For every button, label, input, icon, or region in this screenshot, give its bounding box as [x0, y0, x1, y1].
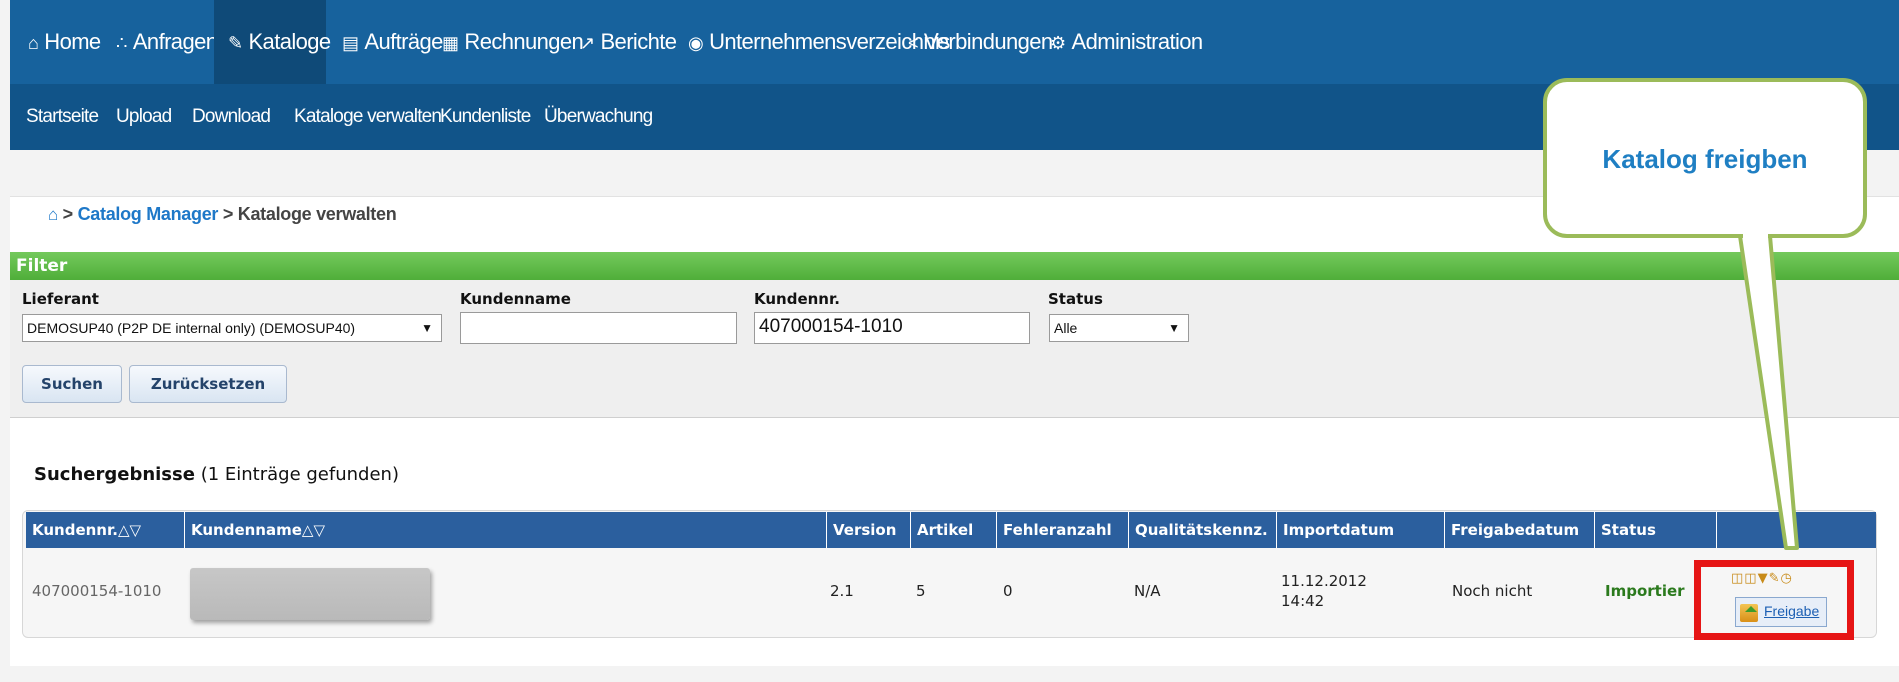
column-header-kundenname[interactable]: Kundenname△▽ — [184, 512, 826, 548]
search-button[interactable]: Suchen — [22, 365, 122, 403]
nav-anfragen[interactable]: ∴ Anfragen — [116, 0, 218, 84]
action-icons: ◫◫▼✎◷ — [1731, 571, 1793, 586]
cell-import-date: 11.12.2012 — [1281, 572, 1367, 590]
status-select-value: Alle — [1054, 320, 1078, 336]
filter-header: Filter — [10, 252, 1899, 280]
kundennr-input[interactable]: 407000154-1010 — [754, 312, 1030, 344]
results-title: Suchergebnisse (1 Einträge gefunden) — [34, 464, 399, 485]
nav-rechnungen[interactable]: ▦ Rechnungen — [442, 0, 584, 84]
cell-import-time: 14:42 — [1281, 592, 1325, 610]
history-icon[interactable]: ◷ — [1781, 571, 1793, 586]
home-icon[interactable]: ⌂ — [48, 205, 58, 224]
column-header-fehleranzahl: Fehleranzahl — [996, 512, 1128, 548]
subnav-upload[interactable]: Upload — [116, 84, 172, 150]
kundenname-label: Kundenname — [460, 290, 571, 308]
main-navigation: ⌂ Home ∴ Anfragen ✎ Kataloge ▤ Aufträge ▦ Rec… — [10, 0, 1899, 84]
results-count: (1 Einträge gefunden) — [200, 464, 399, 485]
share-icon: < — [908, 33, 919, 53]
column-header-qualitaet: Qualitätskennz. — [1128, 512, 1276, 548]
nav-home[interactable]: ⌂ Home — [28, 0, 101, 84]
chevron-down-icon: ▼ — [1168, 321, 1180, 335]
cell-version: 2.1 — [830, 582, 854, 600]
chart-icon: ↗ — [580, 33, 595, 53]
globe-icon: ◉ — [688, 33, 704, 53]
subnav-startseite[interactable]: Startseite — [26, 84, 99, 150]
edit-icon[interactable]: ✎ — [1769, 571, 1781, 586]
nav-rechnungen-label: Rechnungen — [464, 29, 584, 54]
cell-qualitaet: N/A — [1134, 582, 1161, 600]
status-label: Status — [1048, 290, 1103, 308]
kundennr-label: Kundennr. — [754, 290, 840, 308]
network-icon: ∴ — [116, 33, 127, 53]
nav-administration-label: Administration — [1071, 29, 1204, 54]
column-header-version: Version — [826, 512, 910, 548]
breadcrumb-current: Kataloge verwalten — [237, 204, 397, 224]
nav-auftraege-label: Aufträge — [364, 29, 443, 54]
nav-administration[interactable]: ⚙ Administration — [1050, 0, 1203, 84]
subnav-kataloge-verwalten[interactable]: Kataloge verwalten — [294, 84, 442, 150]
download-icon[interactable]: ▼ — [1758, 571, 1769, 586]
breadcrumb-separator: > — [62, 204, 74, 224]
kundenname-input[interactable] — [460, 312, 737, 344]
breadcrumb: ⌂ > Catalog Manager > Kataloge verwalten — [48, 204, 397, 225]
cell-status: Importier — [1605, 582, 1685, 600]
nav-home-label: Home — [44, 29, 101, 54]
pen-icon: ✎ — [228, 33, 243, 53]
column-header-importdatum: Importdatum — [1276, 512, 1444, 548]
filter-area — [10, 280, 1899, 418]
gears-icon: ⚙ — [1050, 33, 1066, 53]
invoice-icon: ▦ — [442, 33, 459, 53]
nav-verbindungen-label: Verbindungen — [923, 29, 1053, 54]
nav-verbindungen[interactable]: < Verbindungen — [908, 0, 1053, 84]
release-link[interactable]: Freigabe — [1764, 603, 1819, 619]
column-header-actions — [1716, 512, 1876, 548]
subnav-kundenliste[interactable]: Kundenliste — [440, 84, 531, 150]
view-icon[interactable]: ◫ — [1731, 571, 1744, 586]
chevron-down-icon: ▼ — [421, 321, 433, 335]
callout-box: Katalog freigben — [1543, 78, 1867, 238]
results-heading: Suchergebnisse — [34, 464, 195, 485]
lieferant-select[interactable]: DEMOSUP40 (P2P DE internal only) (DEMOSU… — [22, 314, 442, 342]
subnav-ueberwachung[interactable]: Überwachung — [544, 84, 653, 150]
upload-icon — [1740, 604, 1758, 622]
lieferant-label: Lieferant — [22, 290, 99, 308]
column-header-freigabedatum: Freigabedatum — [1444, 512, 1594, 548]
cell-kundennr: 407000154-1010 — [32, 582, 162, 600]
home-icon: ⌂ — [28, 33, 39, 53]
release-button[interactable]: Freigabe — [1735, 597, 1827, 627]
cell-artikel: 5 — [916, 582, 926, 600]
breadcrumb-catalog-manager[interactable]: Catalog Manager — [78, 204, 219, 224]
column-header-status: Status — [1594, 512, 1716, 548]
nav-auftraege[interactable]: ▤ Aufträge — [342, 0, 443, 84]
nav-berichte[interactable]: ↗ Berichte — [580, 0, 677, 84]
reset-button[interactable]: Zurücksetzen — [129, 365, 287, 403]
document-icon: ▤ — [342, 33, 359, 53]
nav-kataloge[interactable]: ✎ Kataloge — [214, 0, 331, 84]
status-select[interactable]: Alle ▼ — [1049, 314, 1189, 342]
nav-berichte-label: Berichte — [600, 29, 677, 54]
cell-freigabedatum: Noch nicht — [1452, 582, 1533, 600]
row-actions-highlight: ◫◫▼✎◷ Freigabe — [1694, 560, 1854, 640]
cell-fehleranzahl: 0 — [1003, 582, 1013, 600]
breadcrumb-separator: > — [222, 204, 234, 224]
callout-text: Katalog freigben — [1602, 144, 1808, 174]
subnav-download[interactable]: Download — [192, 84, 271, 150]
table-header: Kundennr.△▽ Kundenname△▽ Version Artikel… — [26, 512, 1876, 548]
cell-kundenname-redacted — [190, 568, 430, 620]
lieferant-select-value: DEMOSUP40 (P2P DE internal only) (DEMOSU… — [27, 320, 356, 336]
nav-kataloge-label: Kataloge — [248, 29, 331, 54]
nav-anfragen-label: Anfragen — [132, 29, 218, 54]
column-header-kundennr[interactable]: Kundennr.△▽ — [26, 512, 184, 548]
copy-icon[interactable]: ◫ — [1744, 571, 1757, 586]
column-header-artikel: Artikel — [910, 512, 996, 548]
